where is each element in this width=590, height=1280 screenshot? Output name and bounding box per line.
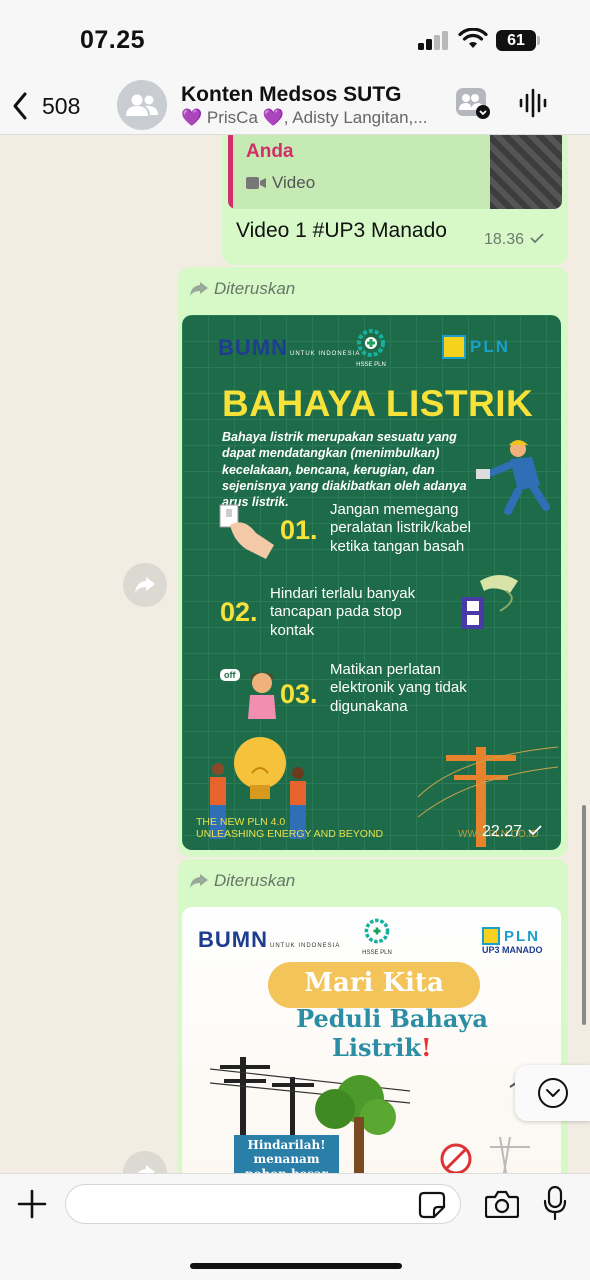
pln-lightning-icon bbox=[442, 335, 466, 359]
quote-type-label: Video bbox=[272, 173, 316, 192]
chat-header: 508 Konten Medsos SUTG 💜 PrisCa 💜, Adist… bbox=[0, 80, 590, 135]
pln-logo-sub: UP3 MANADO bbox=[482, 945, 543, 955]
hsse-logo: HSSE PLN bbox=[354, 329, 388, 368]
poster-note: Hindarilah! menanam pohon besar dekat bbox=[234, 1135, 339, 1173]
bumn-logo-sub: UNTUK INDONESIA bbox=[270, 943, 341, 949]
quote-accent-bar bbox=[228, 135, 233, 209]
bumn-logo-text: BUMN bbox=[218, 335, 288, 360]
group-avatar-icon bbox=[126, 94, 158, 116]
poster-title-line-2: Peduli Bahaya bbox=[296, 1004, 488, 1033]
message-bubble-forwarded[interactable]: Diteruskan BUMN UNTUK INDONESIA HSSE PLN … bbox=[178, 267, 568, 857]
pln-lightning-icon bbox=[482, 927, 500, 945]
poster-title-line-1: Mari Kita bbox=[304, 968, 444, 998]
tip-number-2: 02. bbox=[220, 597, 258, 627]
chevron-down-icon bbox=[537, 1078, 568, 1108]
back-button[interactable]: 508 bbox=[12, 86, 80, 126]
tip-number-3: 03. bbox=[280, 679, 318, 709]
message-time: 18.36 bbox=[484, 231, 525, 248]
cellular-signal-icon bbox=[418, 30, 450, 50]
pln-logo-text: PLN bbox=[504, 927, 540, 945]
quote-type: Video bbox=[246, 173, 315, 193]
bumn-logo-text: BUMN bbox=[198, 927, 268, 952]
status-bar: 07.25 61 bbox=[0, 0, 590, 80]
hsse-gear-icon bbox=[357, 329, 385, 357]
quote-author: Anda bbox=[246, 141, 294, 162]
sticker-icon[interactable] bbox=[418, 1191, 446, 1219]
pln-logo: PLN bbox=[442, 335, 510, 359]
forward-arrow-icon bbox=[135, 577, 155, 593]
footer-line-1: THE NEW PLN 4.0 bbox=[196, 816, 286, 828]
bumn-logo: BUMN UNTUK INDONESIA bbox=[218, 335, 360, 361]
pln-logo: PLN UP3 MANADO bbox=[482, 927, 543, 955]
message-bubble-outgoing[interactable]: Anda Video Video 1 #UP3 Manado 18.36 bbox=[222, 135, 568, 265]
video-thumbnail bbox=[490, 135, 562, 209]
hsse-logo: HSSE PLN bbox=[362, 917, 392, 956]
message-meta: 22.27 bbox=[482, 823, 543, 841]
microphone-icon[interactable] bbox=[543, 1186, 567, 1220]
chat-participants[interactable]: 💜 PrisCa 💜, Adisty Langitan,... bbox=[181, 108, 446, 128]
forwarded-text: Diteruskan bbox=[214, 279, 296, 298]
footer-line-2: UNLEASHING ENERGY AND BEYOND bbox=[196, 827, 384, 840]
battery-tip bbox=[537, 36, 540, 45]
poster-footer: THE NEW PLN 4.0 UNLEASHING ENERGY AND BE… bbox=[196, 816, 384, 840]
hsse-logo-text: HSSE PLN bbox=[356, 362, 386, 368]
poster-image[interactable]: BUMN UNTUK INDONESIA HSSE PLN PLN BAHAYA … bbox=[182, 315, 561, 850]
poster-intro: Bahaya listrik merupakan sesuatu yang da… bbox=[222, 430, 467, 509]
voice-call-icon[interactable] bbox=[518, 86, 548, 120]
poster-title: BAHAYA LISTRIK bbox=[222, 383, 534, 424]
plug-socket-illustration bbox=[462, 575, 518, 629]
bumn-logo-sub: UNTUK INDONESIA bbox=[290, 351, 361, 357]
video-camera-icon bbox=[246, 177, 266, 189]
message-bubble-forwarded[interactable]: Diteruskan BUMN UNTUK INDONESIA HSSE PLN … bbox=[178, 859, 568, 1173]
bumn-logo: BUMN UNTUK INDONESIA bbox=[198, 927, 340, 953]
poster-image[interactable]: BUMN UNTUK INDONESIA HSSE PLN PLN UP3 MAN… bbox=[182, 907, 561, 1173]
scroll-to-bottom-button[interactable] bbox=[515, 1065, 590, 1121]
tip-text-1: Jangan memegang peralatan listrik/kabel … bbox=[330, 501, 471, 555]
hand-switch-illustration bbox=[219, 504, 274, 559]
hsse-gear-icon bbox=[364, 918, 390, 944]
forwarded-icon bbox=[190, 874, 208, 888]
camera-icon[interactable] bbox=[485, 1190, 519, 1218]
sent-check-icon bbox=[529, 233, 544, 244]
message-input[interactable] bbox=[65, 1184, 461, 1224]
forward-button[interactable] bbox=[123, 1151, 167, 1173]
chat-title[interactable]: Konten Medsos SUTG bbox=[181, 83, 402, 107]
forward-button[interactable] bbox=[123, 563, 167, 607]
forwarded-icon bbox=[190, 282, 208, 296]
battery-indicator: 61 bbox=[496, 30, 536, 51]
tip-number-1: 01. bbox=[280, 515, 318, 545]
forward-arrow-icon bbox=[137, 1165, 155, 1173]
message-time: 22.27 bbox=[482, 823, 523, 840]
tip-text-2: Hindari terlalu banyak tancapan pada sto… bbox=[270, 585, 416, 639]
community-icon[interactable] bbox=[455, 86, 491, 120]
hsse-logo-text: HSSE PLN bbox=[362, 950, 392, 956]
forwarded-label: Diteruskan bbox=[190, 279, 295, 299]
message-text: Video 1 #UP3 Manado bbox=[236, 219, 447, 242]
status-time: 07.25 bbox=[80, 26, 146, 54]
forwarded-label: Diteruskan bbox=[190, 871, 295, 891]
group-avatar[interactable] bbox=[117, 80, 167, 130]
chevron-left-icon bbox=[13, 92, 27, 120]
sent-check-icon bbox=[527, 825, 542, 836]
off-label: off bbox=[220, 669, 240, 681]
forwarded-text: Diteruskan bbox=[214, 871, 296, 890]
message-meta: 18.36 bbox=[484, 231, 545, 249]
home-indicator bbox=[190, 1263, 402, 1269]
tip-text-3: Matikan perlatan elektronik yang tidak d… bbox=[330, 661, 467, 715]
quoted-message[interactable]: Anda Video bbox=[228, 135, 562, 209]
unread-count: 508 bbox=[42, 92, 81, 119]
wifi-icon bbox=[458, 28, 488, 48]
scrollbar[interactable] bbox=[582, 805, 586, 1025]
plus-icon[interactable] bbox=[16, 1188, 48, 1220]
pln-logo-text: PLN bbox=[470, 337, 510, 356]
chat-area[interactable]: Anda Video Video 1 #UP3 Manado 18.36 Dit… bbox=[0, 135, 590, 1173]
